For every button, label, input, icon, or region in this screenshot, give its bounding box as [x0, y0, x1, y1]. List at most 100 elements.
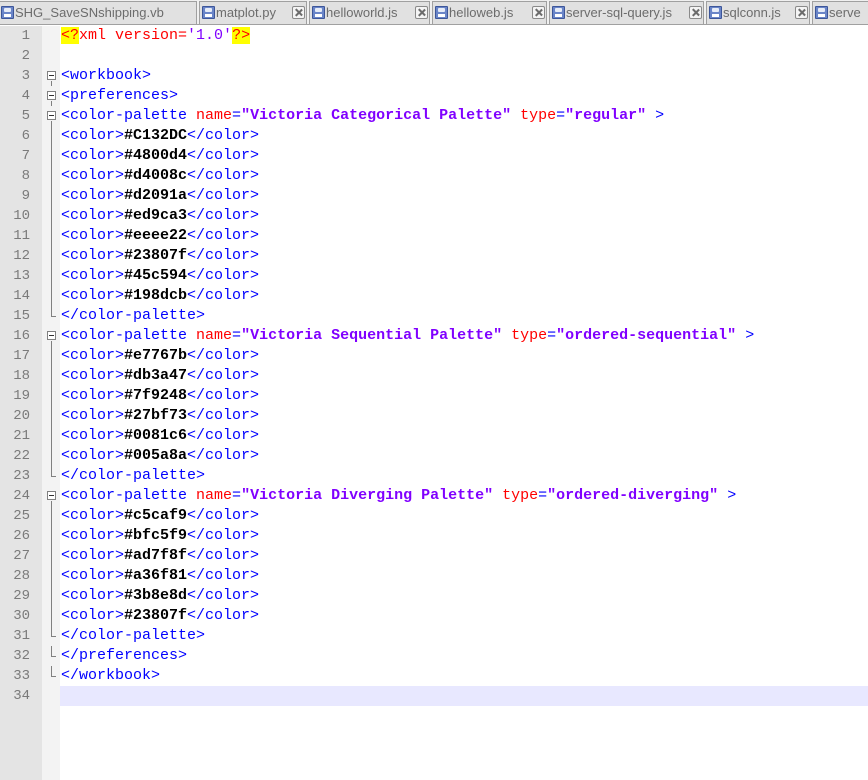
syntax-token: "regular": [565, 107, 647, 124]
syntax-token: </color>: [187, 447, 260, 464]
syntax-token: #bfc5f9: [124, 527, 188, 544]
line-number: 12: [13, 248, 30, 264]
code-line[interactable]: 26 <color>#bfc5f9</color>: [0, 526, 868, 546]
code-line[interactable]: 28 <color>#a36f81</color>: [0, 566, 868, 586]
tab-1[interactable]: SHG_SaveSNshipping.vb: [0, 1, 197, 24]
syntax-token: =: [538, 487, 548, 504]
syntax-token: </color>: [187, 267, 260, 284]
tab-7[interactable]: serve: [812, 1, 868, 24]
code-line[interactable]: 30 <color>#23807f</color>: [0, 606, 868, 626]
fold-collapse-icon[interactable]: [47, 106, 57, 126]
syntax-token: #27bf73: [124, 407, 188, 424]
code-text: <color>#005a8a</color>: [61, 446, 259, 466]
syntax-token: "Victoria Sequential Palette": [241, 327, 503, 344]
code-line[interactable]: 18 <color>#db3a47</color>: [0, 366, 868, 386]
fold-guide-line: [47, 126, 57, 146]
fold-collapse-icon[interactable]: [47, 66, 57, 86]
syntax-token: >: [646, 107, 665, 124]
line-number: 15: [13, 308, 30, 324]
code-line[interactable]: 12 <color>#23807f</color>: [0, 246, 868, 266]
tab-5[interactable]: server-sql-query.js: [549, 1, 704, 24]
code-line[interactable]: 1 <?xml version='1.0'?>: [0, 26, 868, 46]
tab-bar: SHG_SaveSNshipping.vb matplot.py helloworl…: [0, 0, 868, 25]
syntax-token: </color>: [187, 367, 260, 384]
code-line[interactable]: 15 </color-palette>: [0, 306, 868, 326]
code-line[interactable]: 34: [0, 686, 868, 706]
fold-guide-line: [47, 146, 57, 166]
code-line[interactable]: 20 <color>#27bf73</color>: [0, 406, 868, 426]
syntax-token: <color>: [61, 407, 125, 424]
syntax-token: </color>: [187, 287, 260, 304]
code-line[interactable]: 31 </color-palette>: [0, 626, 868, 646]
syntax-token: </color>: [187, 547, 260, 564]
code-line[interactable]: 13 <color>#45c594</color>: [0, 266, 868, 286]
syntax-token: <preferences>: [61, 87, 179, 104]
tab-label: sqlconn.js: [723, 5, 781, 20]
code-text: <color>#23807f</color>: [61, 246, 259, 266]
code-line[interactable]: 14 <color>#198dcb</color>: [0, 286, 868, 306]
code-line[interactable]: 21 <color>#0081c6</color>: [0, 426, 868, 446]
close-tab-icon[interactable]: [689, 6, 702, 19]
tab-3[interactable]: helloworld.js: [309, 1, 430, 24]
close-tab-icon[interactable]: [795, 6, 808, 19]
syntax-token: <color>: [61, 247, 125, 264]
code-line[interactable]: 11 <color>#eeee22</color>: [0, 226, 868, 246]
syntax-token: =: [556, 107, 566, 124]
code-line[interactable]: 10 <color>#ed9ca3</color>: [0, 206, 868, 226]
line-number: 7: [21, 148, 30, 164]
line-number: 30: [13, 608, 30, 624]
line-number: 31: [13, 628, 30, 644]
code-line[interactable]: 3 <workbook>: [0, 66, 868, 86]
tab-4[interactable]: helloweb.js: [432, 1, 547, 24]
code-line[interactable]: 2: [0, 46, 868, 66]
fold-collapse-icon[interactable]: [47, 86, 57, 106]
code-line[interactable]: 23 </color-palette>: [0, 466, 868, 486]
code-line[interactable]: 17 <color>#e7767b</color>: [0, 346, 868, 366]
code-line[interactable]: 6 <color>#C132DC</color>: [0, 126, 868, 146]
close-tab-icon[interactable]: [292, 6, 305, 19]
close-tab-icon[interactable]: [532, 6, 545, 19]
tab-6[interactable]: sqlconn.js: [706, 1, 810, 24]
syntax-token: </color>: [187, 147, 260, 164]
code-line[interactable]: 5 <color-palette name="Victoria Categoric…: [0, 106, 868, 126]
fold-collapse-icon[interactable]: [47, 486, 57, 506]
syntax-token: #3b8e8d: [124, 587, 188, 604]
line-number: 11: [13, 228, 30, 244]
code-line[interactable]: 16 <color-palette name="Victoria Sequenti…: [0, 326, 868, 346]
syntax-token: <color>: [61, 367, 125, 384]
tab-2[interactable]: matplot.py: [199, 1, 307, 24]
line-number: 13: [13, 268, 30, 284]
fold-guide-line: [47, 586, 57, 606]
code-line[interactable]: 32 </preferences>: [0, 646, 868, 666]
fold-guide-line: [47, 186, 57, 206]
code-line[interactable]: 25 <color>#c5caf9</color>: [0, 506, 868, 526]
code-line[interactable]: 33 </workbook>: [0, 666, 868, 686]
code-line[interactable]: 9 <color>#d2091a</color>: [0, 186, 868, 206]
code-line[interactable]: 8 <color>#d4008c</color>: [0, 166, 868, 186]
syntax-token: </preferences>: [61, 647, 188, 664]
syntax-token: <?: [61, 27, 80, 44]
code-line[interactable]: 7 <color>#4800d4</color>: [0, 146, 868, 166]
close-tab-icon[interactable]: [415, 6, 428, 19]
syntax-token: type: [520, 107, 557, 124]
syntax-token: </color>: [187, 587, 260, 604]
code-text: <preferences>: [61, 86, 178, 106]
fold-collapse-icon[interactable]: [47, 326, 57, 346]
code-line[interactable]: 19 <color>#7f9248</color>: [0, 386, 868, 406]
code-editor[interactable]: 1 <?xml version='1.0'?> 2 3 <workbook> 4 <pref…: [0, 26, 868, 780]
code-text: <color>#C132DC</color>: [61, 126, 259, 146]
code-line[interactable]: 29 <color>#3b8e8d</color>: [0, 586, 868, 606]
syntax-token: [493, 487, 502, 504]
syntax-token: #db3a47: [124, 367, 188, 384]
fold-end-marker: [47, 666, 57, 686]
code-line[interactable]: 4 <preferences>: [0, 86, 868, 106]
fold-guide-line: [47, 266, 57, 286]
code-line[interactable]: 27 <color>#ad7f8f</color>: [0, 546, 868, 566]
code-text: </workbook>: [61, 666, 160, 686]
tab-label: matplot.py: [216, 5, 276, 20]
tab-label: helloworld.js: [326, 5, 398, 20]
code-line[interactable]: 22 <color>#005a8a</color>: [0, 446, 868, 466]
code-line[interactable]: 24 <color-palette name="Victoria Divergin…: [0, 486, 868, 506]
syntax-token: name: [196, 327, 233, 344]
syntax-token: <color>: [61, 147, 125, 164]
